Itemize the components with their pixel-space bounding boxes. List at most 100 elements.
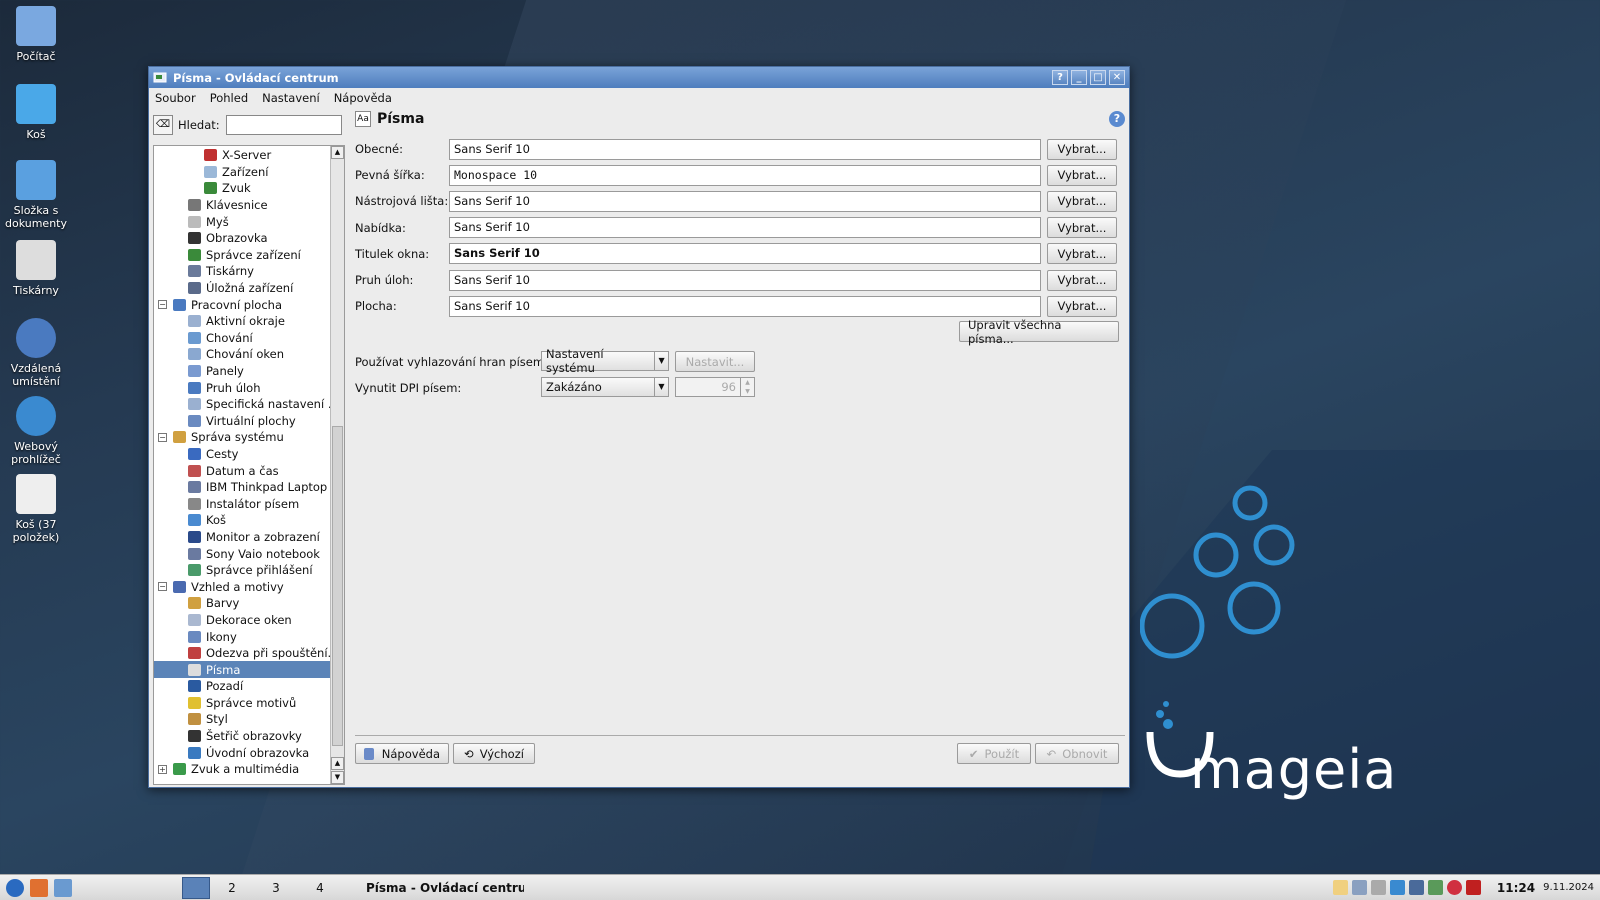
scroll-down-icon[interactable]: ▼ <box>331 771 344 784</box>
scroll-down-icon[interactable]: ▲ <box>331 757 344 770</box>
menu-napoveda[interactable]: Nápověda <box>334 91 392 105</box>
choose-font-button[interactable]: Vybrat... <box>1047 138 1117 160</box>
desktop-documents-folder[interactable]: Složka s dokumenty <box>0 160 72 230</box>
search-input[interactable] <box>225 115 342 135</box>
task-control-center[interactable]: Písma - Ovládací centrum <box>354 877 524 899</box>
defaults-button[interactable]: ⟲ Výchozí <box>453 743 535 764</box>
desktop-pager-2[interactable]: 2 <box>210 881 254 895</box>
help-button[interactable]: Nápověda <box>355 743 449 764</box>
antialias-select[interactable]: Nastavení systému ▼ <box>541 347 669 375</box>
tree-item[interactable]: Specifická nastavení ... <box>154 396 344 413</box>
tree-item[interactable]: − Vzhled a motivy <box>154 578 344 595</box>
font-value-field[interactable]: Sans Serif 10 <box>449 269 1041 291</box>
tree-item[interactable]: Cesty <box>154 446 344 463</box>
desktop-printers[interactable]: Tiskárny <box>0 240 72 297</box>
desktop-computer[interactable]: Počítač <box>0 6 72 63</box>
desktop-pager-1[interactable] <box>182 876 210 899</box>
tree-item[interactable]: Koš <box>154 512 344 529</box>
tree-expander-icon[interactable]: − <box>158 582 167 592</box>
tree-item[interactable]: Obrazovka <box>154 230 344 247</box>
module-tree[interactable]: X-Server Zařízení Zvuk Klávesnice Myš Obrazov… <box>153 145 345 785</box>
tree-item[interactable]: Chování oken <box>154 346 344 363</box>
desktop-trash-full[interactable]: Koš (37 položek) <box>0 474 72 544</box>
tree-item[interactable]: Tiskárny <box>154 263 344 280</box>
font-value-field[interactable]: Sans Serif 10 <box>449 138 1041 160</box>
control-center-window[interactable]: Písma - Ovládací centrum ? _ □ ✕ Soubor … <box>148 66 1130 788</box>
tree-item[interactable]: Úvodní obrazovka <box>154 744 344 761</box>
tree-item[interactable]: Virtuální plochy <box>154 413 344 430</box>
font-value-field[interactable]: Sans Serif 10 <box>449 243 1041 265</box>
desktop-trash[interactable]: Koš <box>0 84 72 141</box>
clear-search-icon[interactable]: ⌫ <box>153 115 173 135</box>
scroll-thumb[interactable] <box>332 426 343 746</box>
tree-item[interactable]: Klávesnice <box>154 197 344 214</box>
display-icon[interactable] <box>1351 880 1367 895</box>
tree-item[interactable]: Monitor a zobrazení <box>154 529 344 546</box>
desktop-remote-places[interactable]: Vzdálená umístění <box>0 318 72 388</box>
choose-font-button[interactable]: Vybrat... <box>1047 243 1117 265</box>
tree-item[interactable]: − Pracovní plocha <box>154 296 344 313</box>
tree-item[interactable]: Pozadí <box>154 678 344 695</box>
update-icon[interactable] <box>1389 880 1405 895</box>
tree-item[interactable]: Ikony <box>154 628 344 645</box>
desktop-pager-3[interactable]: 3 <box>254 881 298 895</box>
font-value-field[interactable]: Sans Serif 10 <box>449 217 1041 239</box>
scroll-up-icon[interactable]: ▲ <box>331 146 344 159</box>
tree-item[interactable]: Správce motivů <box>154 695 344 712</box>
tree-item[interactable]: − Správa systému <box>154 429 344 446</box>
volume-icon[interactable] <box>1370 880 1386 895</box>
tree-item[interactable]: Barvy <box>154 595 344 612</box>
font-value-field[interactable]: Monospace 10 <box>449 164 1041 186</box>
dpi-spinbox[interactable]: 96 ▲ ▼ <box>675 377 755 397</box>
tree-item[interactable]: Pruh úloh <box>154 379 344 396</box>
tree-item[interactable]: Správce přihlášení <box>154 562 344 579</box>
choose-font-button[interactable]: Vybrat... <box>1047 190 1117 212</box>
clipboard-icon[interactable] <box>1332 880 1348 895</box>
tree-scrollbar[interactable]: ▲ ▲ ▼ <box>330 146 344 784</box>
tree-expander-icon[interactable]: − <box>158 432 167 442</box>
font-value-field[interactable]: Sans Serif 10 <box>449 295 1041 317</box>
menu-soubor[interactable]: Soubor <box>155 91 196 105</box>
reset-button[interactable]: ↶ Obnovit <box>1035 743 1119 764</box>
tree-item[interactable]: Dekorace oken <box>154 612 344 629</box>
tree-item[interactable]: Písma <box>154 661 330 678</box>
tree-item[interactable]: Zvuk <box>154 180 344 197</box>
window-titlebar[interactable]: Písma - Ovládací centrum ? _ □ ✕ <box>149 67 1129 88</box>
tree-item[interactable]: Styl <box>154 711 344 728</box>
close-button[interactable]: ✕ <box>1109 70 1125 85</box>
menu-nastaveni[interactable]: Nastavení <box>262 91 320 105</box>
tree-item[interactable]: Instalátor písem <box>154 495 344 512</box>
tree-item[interactable]: Úložná zařízení <box>154 280 344 297</box>
help-icon[interactable]: ? <box>1109 111 1125 127</box>
dpi-select[interactable]: Zakázáno ▼ <box>541 377 669 397</box>
font-value-field[interactable]: Sans Serif 10 <box>449 190 1041 212</box>
minimize-button[interactable]: _ <box>1071 70 1087 85</box>
adjust-all-fonts-button[interactable]: Upravit všechna písma... <box>959 318 1119 346</box>
choose-font-button[interactable]: Vybrat... <box>1047 217 1117 239</box>
tree-item[interactable]: X-Server <box>154 147 344 164</box>
maximize-button[interactable]: □ <box>1090 70 1106 85</box>
help-title-button[interactable]: ? <box>1052 70 1068 85</box>
tree-expander-icon[interactable]: − <box>158 300 167 310</box>
clock[interactable]: 11:24 <box>1497 881 1535 895</box>
antialias-configure-button[interactable]: Nastavit... <box>675 351 755 372</box>
desktop-pager-4[interactable]: 4 <box>298 881 342 895</box>
tree-item[interactable]: Zařízení <box>154 164 344 181</box>
start-menu-icon[interactable] <box>6 878 24 897</box>
tree-expander-icon[interactable]: + <box>158 764 167 774</box>
tree-item[interactable]: Správce zařízení <box>154 247 344 264</box>
monitor-icon[interactable] <box>1408 880 1424 895</box>
menu-pohled[interactable]: Pohled <box>210 91 248 105</box>
home-icon[interactable] <box>30 878 48 897</box>
keyboard-layout-icon[interactable] <box>1465 880 1481 895</box>
tree-item[interactable]: + Zvuk a multimédia <box>154 761 344 778</box>
desktop-web-browser[interactable]: Webový prohlížeč <box>0 396 72 466</box>
network-status-icon[interactable] <box>1427 880 1443 895</box>
tree-item[interactable]: Datum a čas <box>154 462 344 479</box>
tree-item[interactable]: Myš <box>154 213 344 230</box>
choose-font-button[interactable]: Vybrat... <box>1047 295 1117 317</box>
tree-item[interactable]: Chování <box>154 330 344 347</box>
tree-item[interactable]: Sony Vaio notebook <box>154 545 344 562</box>
network-icon[interactable] <box>54 878 72 897</box>
tree-item[interactable]: IBM Thinkpad Laptop <box>154 479 344 496</box>
